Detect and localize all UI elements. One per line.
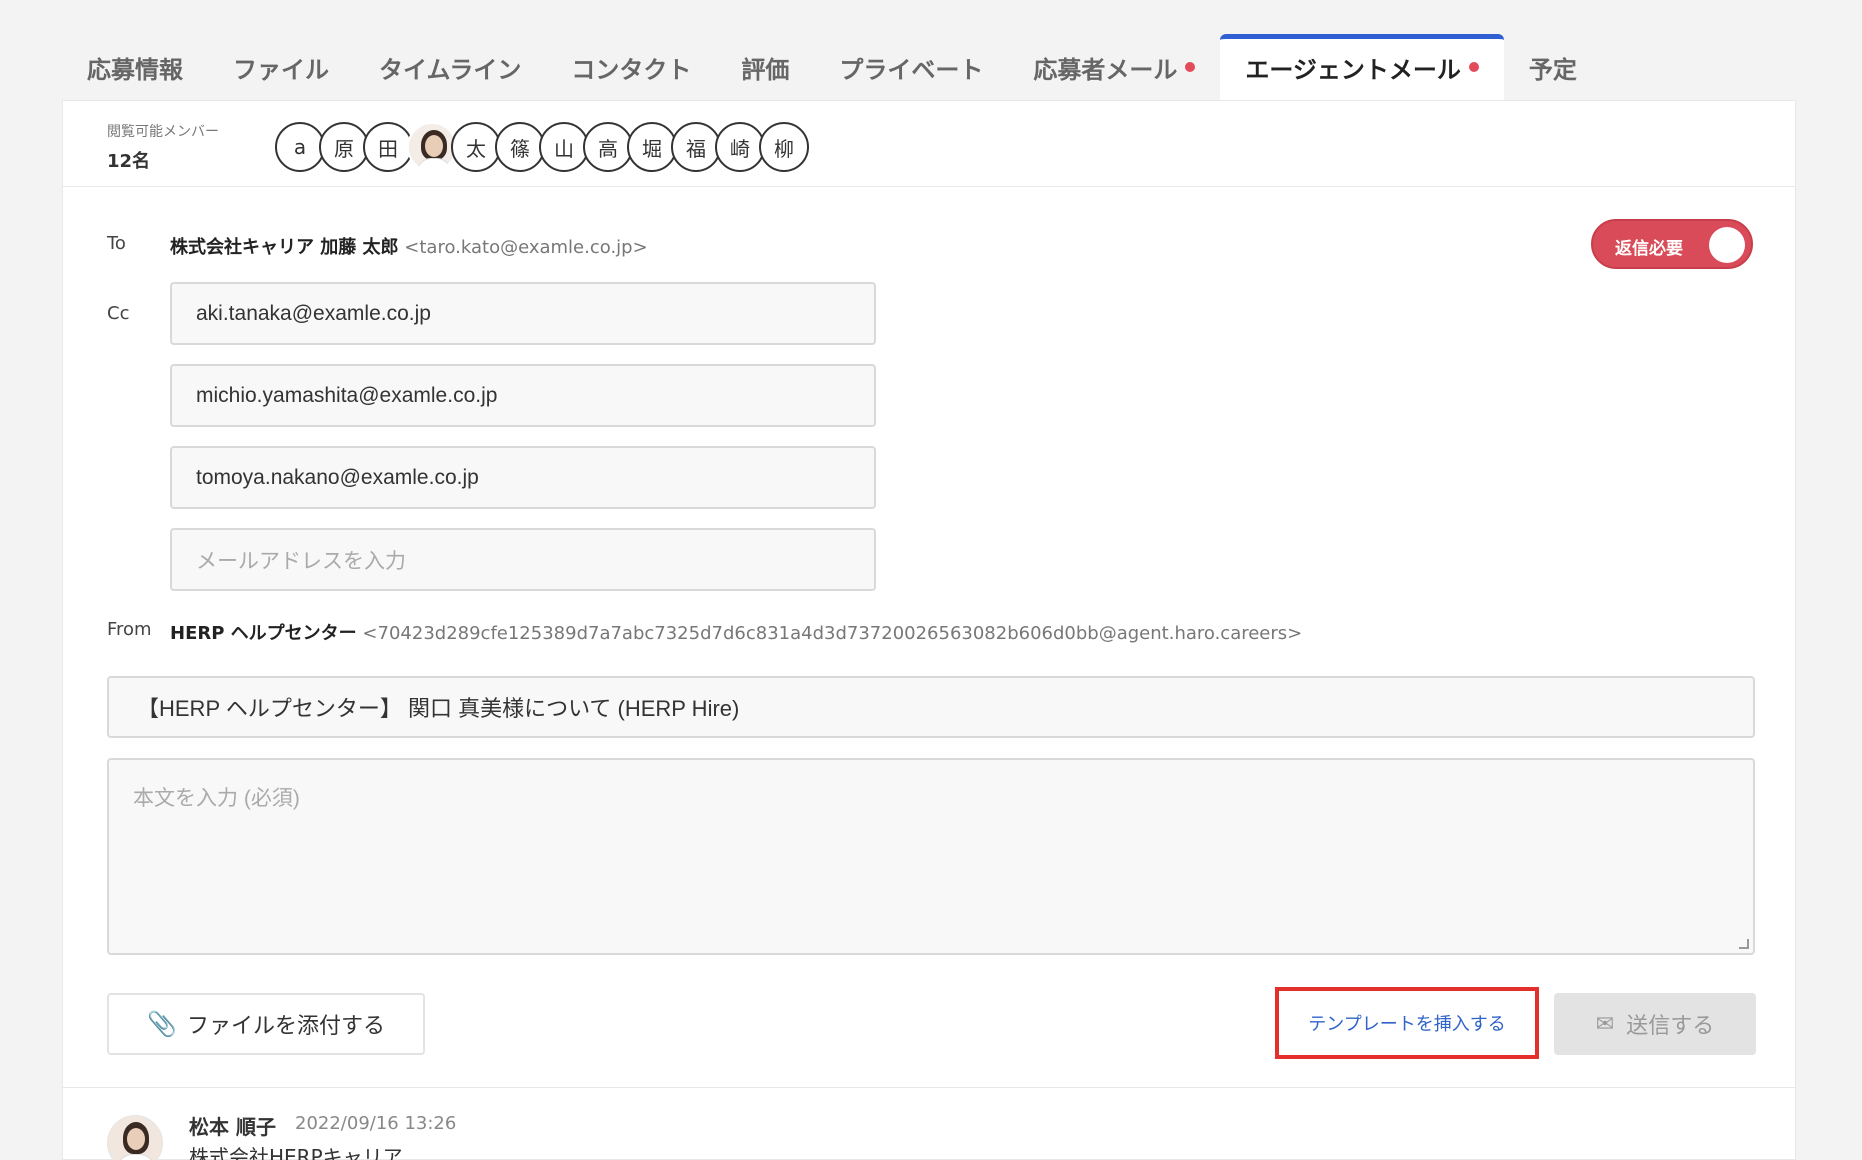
tab-label: 応募情報	[87, 55, 183, 84]
member-avatars: a 原 田 太 篠 山 高 堀 福 崎 柳	[275, 122, 809, 172]
from-sender: HERP ヘルプセンター <70423d289cfe125389d7a7abc7…	[170, 619, 1302, 645]
comment-timestamp: 2022/09/16 13:26	[295, 1113, 457, 1134]
member-avatar[interactable]: 山	[539, 122, 589, 172]
insert-template-label: テンプレートを挿入する	[1308, 1014, 1506, 1035]
members-label: 閲覧可能メンバー	[107, 124, 219, 140]
to-address: <taro.kato@examle.co.jp>	[404, 237, 648, 258]
cc-email-field[interactable]: aki.tanaka@examle.co.jp	[170, 282, 876, 345]
tab-label: 予定	[1528, 55, 1577, 84]
tab-label: 応募者メール	[1033, 55, 1178, 84]
comment-avatar	[107, 1115, 163, 1160]
tab-schedule[interactable]: 予定	[1504, 34, 1602, 100]
to-label: To	[107, 233, 126, 254]
attach-file-label: ファイルを添付する	[186, 1014, 385, 1039]
unread-dot	[1468, 62, 1479, 72]
attach-file-button[interactable]: 📎 ファイルを添付する	[107, 993, 425, 1055]
member-avatar[interactable]: 田	[363, 122, 413, 172]
subject-field[interactable]: 【HERP ヘルプセンター】 関口 真美様について (HERP Hire)	[107, 676, 1755, 738]
tab-timeline[interactable]: タイムライン	[354, 34, 546, 100]
cc-email-field[interactable]: michio.yamashita@examle.co.jp	[170, 364, 876, 427]
reply-required-label: 返信必要	[1615, 239, 1683, 259]
tab-label: ファイル	[233, 55, 329, 84]
member-avatar[interactable]: 原	[319, 122, 369, 172]
tab-label: タイムライン	[379, 55, 522, 84]
member-avatar[interactable]: a	[275, 122, 325, 172]
tab-label: エージェントメール	[1245, 55, 1461, 84]
toggle-knob	[1709, 227, 1745, 263]
from-address: <70423d289cfe125389d7a7abc7325d7d6c831a4…	[362, 623, 1303, 644]
member-avatar[interactable]: 篠	[495, 122, 545, 172]
unread-dot	[1185, 62, 1196, 72]
section-divider	[63, 1087, 1795, 1088]
from-name: HERP ヘルプセンター	[170, 623, 357, 644]
tab-evaluation[interactable]: 評価	[716, 34, 814, 100]
member-avatar[interactable]: 崎	[715, 122, 765, 172]
to-recipient: 株式会社キャリア 加藤 太郎 <taro.kato@examle.co.jp>	[170, 233, 648, 259]
mail-compose-panel: 閲覧可能メンバー 12名 a 原 田 太 篠 山 高 堀 福 崎 柳 To 株式…	[62, 100, 1796, 1160]
tab-private[interactable]: プライベート	[814, 34, 1008, 100]
tab-label: 評価	[741, 55, 790, 84]
body-placeholder: 本文を入力 (必須)	[133, 787, 300, 810]
viewable-members: 閲覧可能メンバー 12名 a 原 田 太 篠 山 高 堀 福 崎 柳	[63, 101, 1795, 187]
tab-files[interactable]: ファイル	[208, 34, 354, 100]
send-button[interactable]: ✉ 送信する	[1554, 993, 1756, 1055]
tab-bar: 応募情報 ファイル タイムライン コンタクト 評価 プライベート 応募者メール …	[62, 34, 1602, 100]
member-avatar[interactable]: 柳	[759, 122, 809, 172]
tab-agent-mail[interactable]: エージェントメール	[1220, 34, 1504, 100]
comment-author: 松本 順子	[189, 1115, 276, 1139]
comment-company: 株式会社HERPキャリア	[189, 1145, 403, 1160]
member-avatar[interactable]: 堀	[627, 122, 677, 172]
member-avatar[interactable]: 福	[671, 122, 721, 172]
cc-label: Cc	[107, 303, 130, 324]
send-label: 送信する	[1626, 1014, 1715, 1039]
tab-contact[interactable]: コンタクト	[546, 34, 716, 100]
tab-label: コンタクト	[571, 55, 692, 84]
tab-label: プライベート	[839, 55, 984, 84]
cc-email-field[interactable]: tomoya.nakano@examle.co.jp	[170, 446, 876, 509]
insert-template-button[interactable]: テンプレートを挿入する	[1275, 987, 1539, 1059]
tab-applicant-mail[interactable]: 応募者メール	[1008, 34, 1220, 100]
member-avatar[interactable]: 高	[583, 122, 633, 172]
member-avatar[interactable]: 太	[451, 122, 501, 172]
paperclip-icon: 📎	[147, 1010, 177, 1038]
from-label: From	[107, 619, 152, 640]
members-count: 12名	[107, 151, 151, 172]
reply-required-toggle[interactable]: 返信必要	[1591, 219, 1753, 269]
envelope-icon: ✉	[1595, 1011, 1615, 1037]
member-avatar-photo[interactable]	[407, 122, 457, 172]
resize-handle[interactable]	[1739, 939, 1749, 949]
cc-add-email-input[interactable]: メールアドレスを入力	[170, 528, 876, 591]
body-textarea[interactable]: 本文を入力 (必須)	[107, 758, 1755, 955]
to-name: 株式会社キャリア 加藤 太郎	[170, 237, 399, 258]
tab-application-info[interactable]: 応募情報	[62, 34, 208, 100]
